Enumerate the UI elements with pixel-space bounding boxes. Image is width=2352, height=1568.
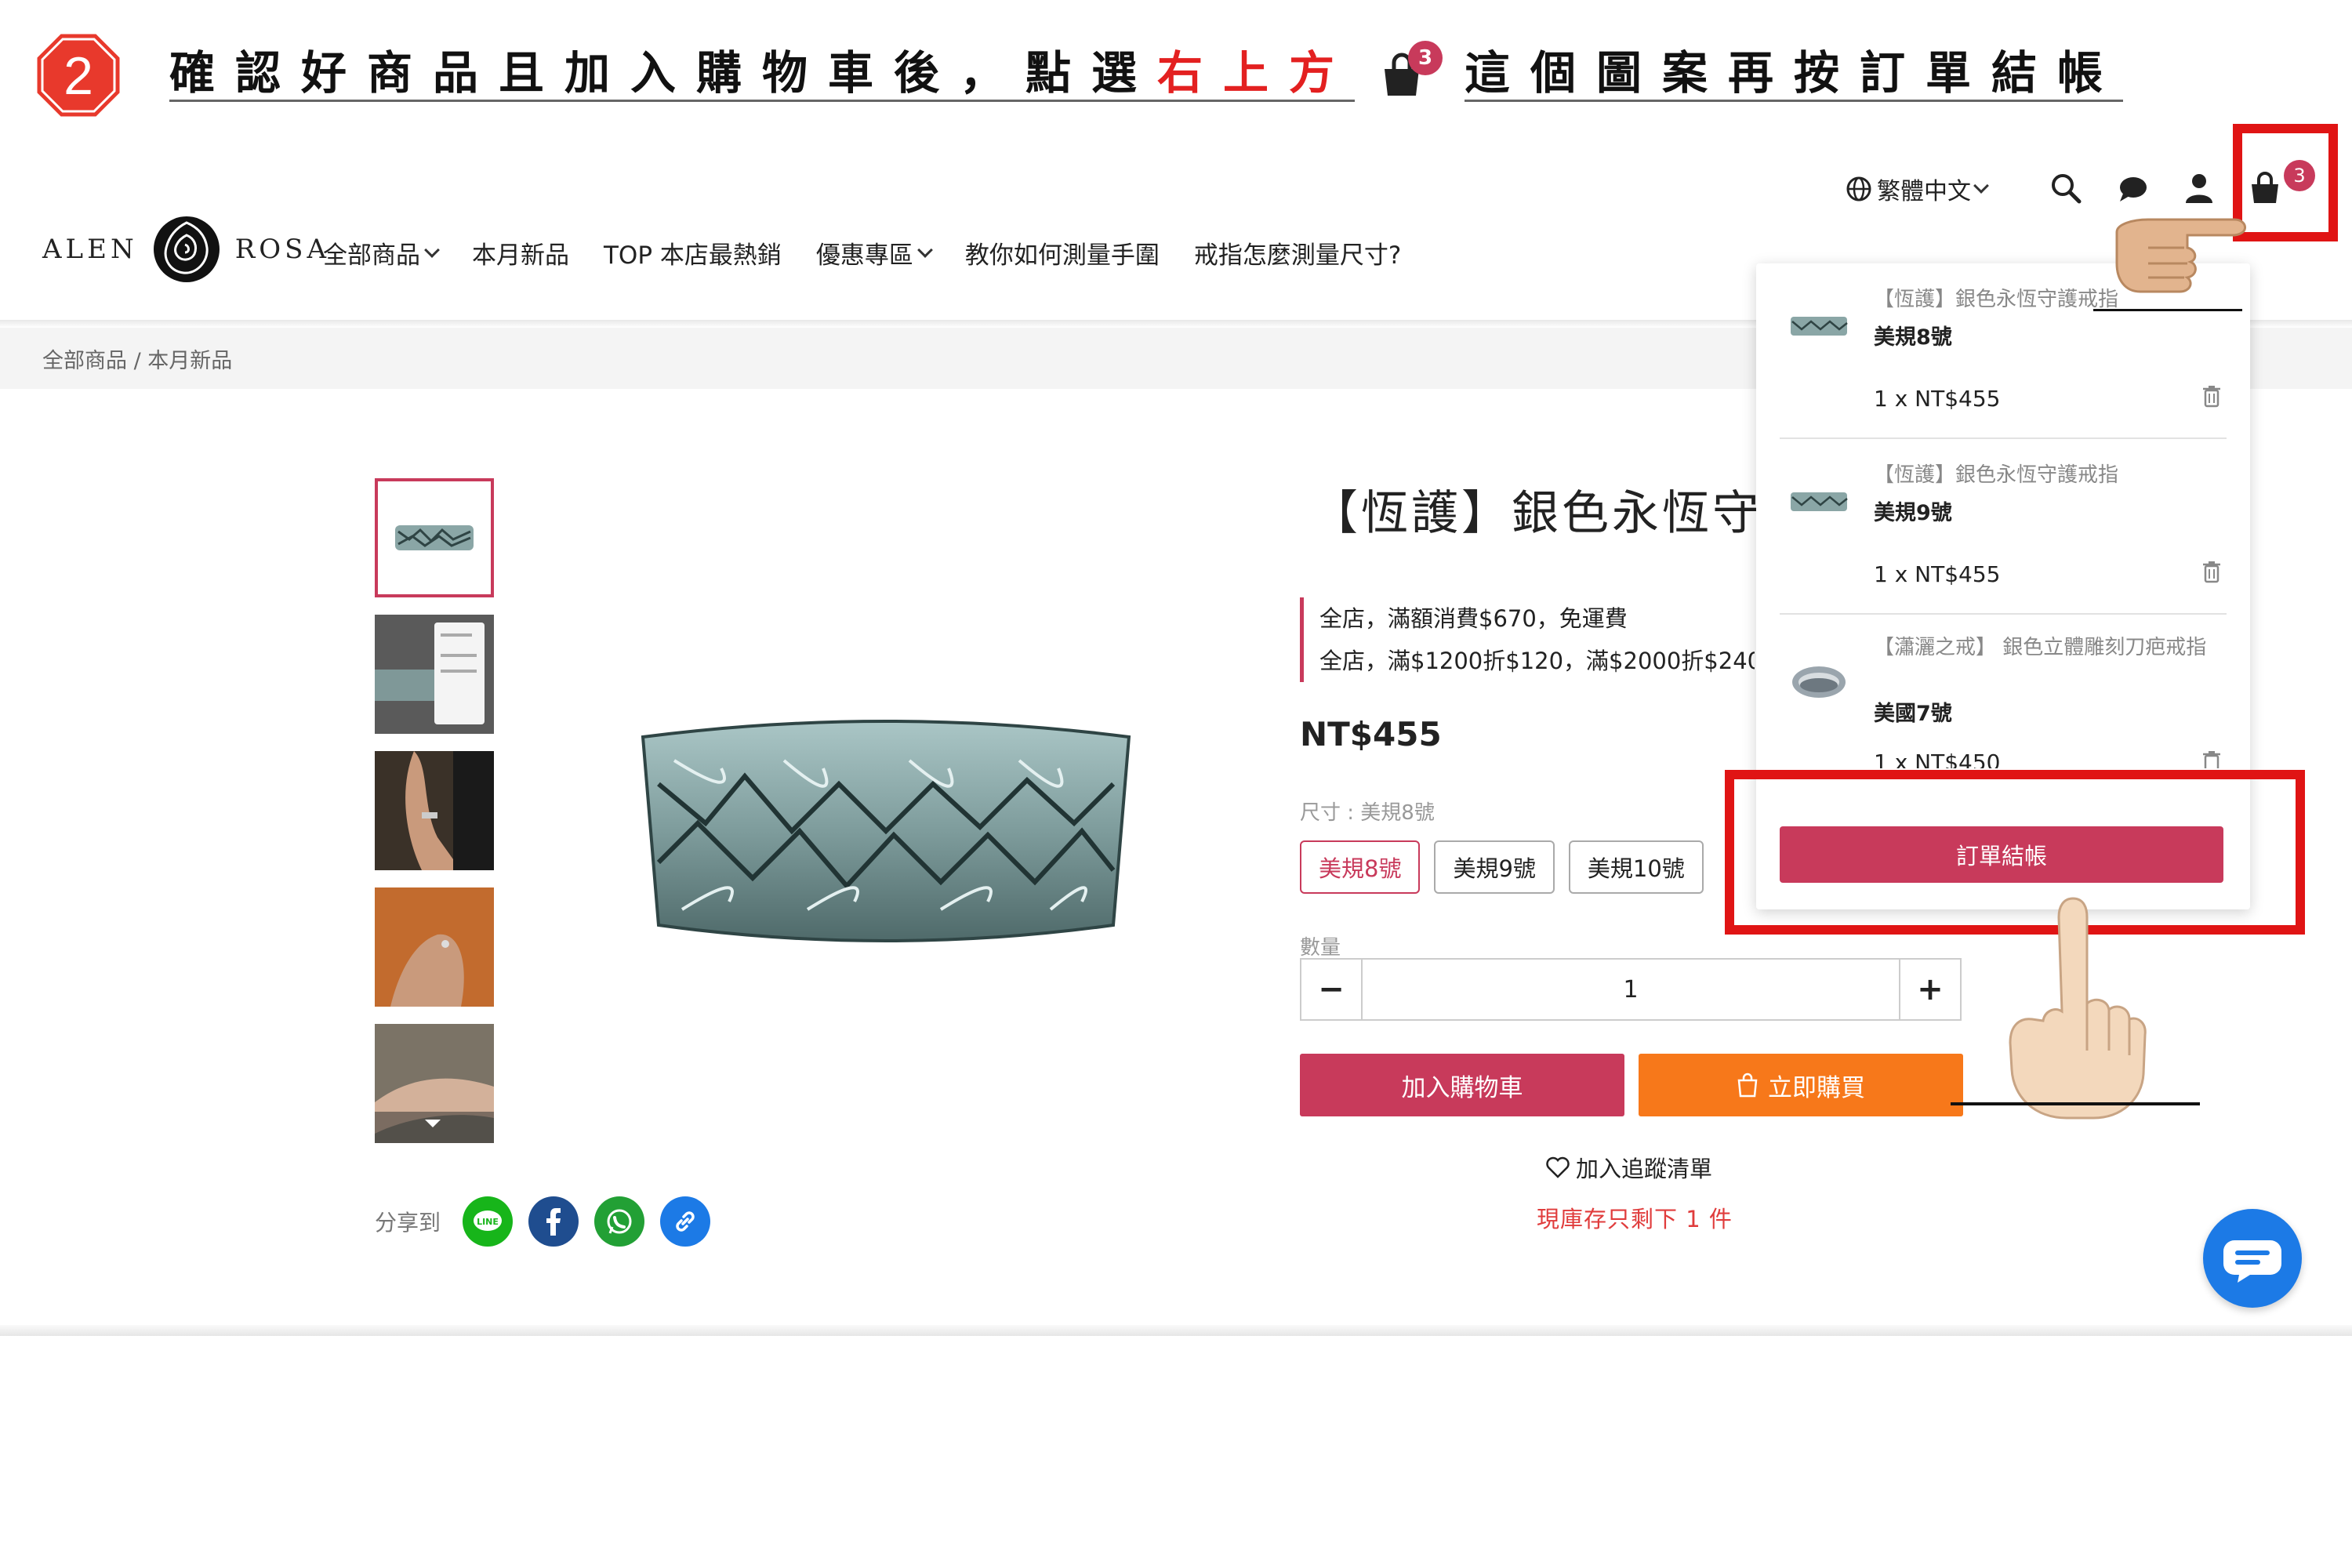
promotion-item: 全店，滿$1200折$120，滿$2000折$240， [1319, 648, 1755, 674]
thumbnail-list [375, 478, 494, 1160]
cart-item-variant: 美規9號 [1874, 501, 1952, 525]
thumbnail-scroll-down-icon[interactable] [425, 1120, 441, 1127]
cart-item: 【恆護】銀色永恆守護戒指 美規9號 1 x NT$455 [1780, 439, 2227, 615]
whatsapp-share-icon[interactable] [594, 1196, 645, 1247]
cart-item: 【瀟灑之戒】 銀色立體雕刻刀疤戒指 美國7號 1 x NT$450 [1780, 615, 2227, 790]
size-option-us10[interactable]: 美規10號 [1568, 840, 1704, 894]
step-number-badge: 2 [34, 31, 122, 119]
chat-button[interactable] [2203, 1209, 2302, 1308]
heart-icon [1546, 1156, 1570, 1178]
product-title: 【恆護】銀色永恆守護戒指 [1311, 486, 1762, 541]
copy-link-icon[interactable] [660, 1196, 711, 1247]
nav-item-all-products[interactable]: 全部商品 [323, 235, 440, 270]
quantity-label: 數量 [1300, 936, 1341, 960]
share-label: 分享到 [375, 1210, 441, 1236]
instruction-part-2: 這個圖案再按訂單結帳 [1465, 48, 2124, 103]
cart-item-image[interactable] [1788, 307, 1850, 345]
chat-bubble-icon [2223, 1240, 2281, 1283]
wishlist-label: 加入追蹤清單 [1576, 1156, 1713, 1182]
chevron-down-icon [1973, 178, 1989, 194]
quantity-increase-button[interactable]: + [1899, 960, 1960, 1019]
cart-item-image[interactable] [1788, 483, 1850, 521]
add-to-wishlist-link[interactable]: 加入追蹤清單 [1546, 1151, 1712, 1184]
pointing-hand-up-icon [2009, 897, 2147, 1120]
chevron-down-icon [916, 241, 933, 258]
page-divider [0, 1325, 2352, 1336]
quantity-decrease-button[interactable]: − [1301, 960, 1363, 1019]
promotion-list: 全店，滿額消費$670，免運費 全店，滿$1200折$120，滿$2000折$2… [1300, 597, 1755, 682]
nav-label: 優惠專區 [815, 241, 913, 270]
cart-item-variant: 美國7號 [1874, 702, 1952, 726]
nav-label: 本月新品 [472, 241, 569, 270]
instruction-part-1: 確認好商品且加入購物車後，點選 [169, 48, 1158, 103]
shopping-bag-icon [1737, 1073, 1758, 1098]
nav-label: TOP 本店最熱銷 [604, 241, 782, 270]
pointing-hand-right-icon [2115, 218, 2246, 293]
store-logo[interactable]: ALEN ROSA [42, 210, 330, 289]
language-label: 繁體中文 [1877, 178, 1971, 205]
line-share-icon[interactable]: LINE [463, 1196, 514, 1247]
search-icon[interactable] [2048, 170, 2084, 206]
cart-item-image[interactable] [1788, 663, 1850, 701]
nav-item-top-sellers[interactable]: TOP 本店最熱銷 [604, 235, 782, 270]
thumbnail-wrist-model[interactable] [375, 1024, 494, 1143]
breadcrumb[interactable]: 全部商品 / 本月新品 [42, 343, 232, 374]
logo-text-right: ROSA [234, 234, 331, 265]
chevron-down-icon [424, 241, 440, 258]
product-price: NT$455 [1300, 715, 1442, 753]
product-main-image[interactable] [612, 690, 1160, 972]
size-option-us8[interactable]: 美規8號 [1300, 840, 1421, 894]
cart-item-price-line: 1 x NT$455 [1874, 561, 2001, 587]
buy-now-label: 立即購買 [1768, 1073, 1865, 1102]
nav-item-ring-size-guide[interactable]: 戒指怎麼測量尺寸? [1194, 235, 1401, 270]
stock-notice: 現庫存只剩下 1 件 [1537, 1206, 1733, 1232]
nav-label: 戒指怎麼測量尺寸? [1193, 241, 1402, 270]
nav-label: 全部商品 [323, 241, 420, 270]
svg-text:2: 2 [64, 46, 93, 106]
cart-item-name[interactable]: 【瀟灑之戒】 銀色立體雕刻刀疤戒指 [1874, 633, 2219, 662]
annotation-underline [1951, 1102, 2200, 1105]
cart-item-price-line: 1 x NT$455 [1874, 386, 2001, 412]
shopping-bag-icon: 3 [1378, 41, 1443, 99]
thumbnail-chest-model[interactable] [375, 887, 494, 1007]
quantity-input[interactable]: 1 [1363, 960, 1899, 1019]
language-selector[interactable]: 繁體中文 [1846, 172, 1989, 206]
nav-item-wrist-size-guide[interactable]: 教你如何測量手圍 [965, 235, 1160, 270]
size-option-us9[interactable]: 美規9號 [1434, 840, 1555, 894]
thumbnail-ring[interactable] [375, 478, 494, 597]
instruction-bag-count: 3 [1408, 41, 1443, 75]
cart-item-name[interactable]: 【恆護】銀色永恆守護戒指 [1874, 461, 2219, 489]
thumbnail-hand-model[interactable] [375, 751, 494, 870]
logo-text-left: ALEN [42, 234, 138, 265]
size-label: 尺寸 : 美規8號 [1300, 801, 1435, 825]
size-options: 美規8號 美規9號 美規10號 [1300, 840, 1704, 894]
nav-item-new-this-month[interactable]: 本月新品 [472, 235, 569, 270]
rose-logo-icon [153, 216, 220, 282]
share-row: 分享到 LINE [375, 1196, 711, 1247]
nav-item-promotions[interactable]: 優惠專區 [815, 235, 933, 270]
trash-icon[interactable] [2201, 384, 2222, 408]
instruction-highlight: 右上方 [1157, 48, 1356, 103]
trash-icon[interactable] [2201, 560, 2222, 583]
add-to-cart-button[interactable]: 加入購物車 [1300, 1054, 1624, 1116]
svg-text:LINE: LINE [477, 1217, 499, 1227]
globe-icon [1846, 176, 1871, 201]
buy-now-button[interactable]: 立即購買 [1639, 1054, 1963, 1116]
nav-label: 教你如何測量手圍 [964, 241, 1160, 270]
cart-item-variant: 美規8號 [1874, 325, 1952, 350]
promotion-item: 全店，滿額消費$670，免運費 [1319, 605, 1628, 632]
thumbnail-packaging[interactable] [375, 615, 494, 734]
annotation-underline [2093, 309, 2242, 311]
instruction-text: 確認好商品且加入購物車後，點選 右上方 3 這個圖案再按訂單結帳 [169, 41, 2124, 107]
main-nav: 全部商品 本月新品 TOP 本店最熱銷 優惠專區 教你如何測量手圍 戒指怎麼測量… [323, 235, 1401, 270]
facebook-share-icon[interactable] [528, 1196, 579, 1247]
quantity-stepper: − 1 + [1300, 958, 1962, 1021]
